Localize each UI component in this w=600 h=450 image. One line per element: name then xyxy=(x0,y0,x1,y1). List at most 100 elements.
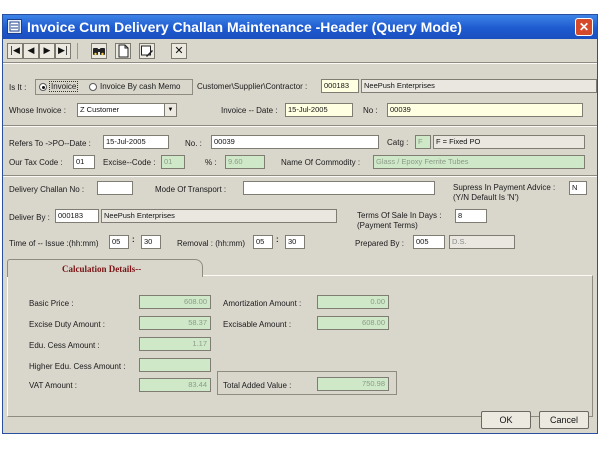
excise-duty-label: Excise Duty Amount : xyxy=(29,320,106,329)
issue-mm-field[interactable]: 30 xyxy=(141,235,161,249)
ok-button[interactable]: OK xyxy=(481,411,531,429)
po-no-label: No. : xyxy=(185,139,202,148)
challan-no-field[interactable] xyxy=(97,181,133,195)
next-icon: ▶ xyxy=(43,46,51,56)
amortization-label: Amortization Amount : xyxy=(223,299,302,308)
title-bar[interactable]: Invoice Cum Delivery Challan Maintenance… xyxy=(3,15,597,39)
excise-code-field: 01 xyxy=(161,155,185,169)
excise-code-label: Excise--Code : xyxy=(103,158,156,167)
basic-price-label: Basic Price : xyxy=(29,299,74,308)
first-record-button[interactable]: |◀ xyxy=(7,43,23,59)
new-document-icon xyxy=(118,44,129,58)
prepared-by-label: Prepared By : xyxy=(355,239,404,248)
close-button[interactable]: ✕ xyxy=(575,18,593,36)
window-title: Invoice Cum Delivery Challan Maintenance… xyxy=(27,19,462,35)
excisable-label: Excisable Amount : xyxy=(223,320,292,329)
transport-label: Mode Of Transport : xyxy=(155,185,227,194)
form-icon xyxy=(7,19,22,34)
refers-to-label: Refers To ->PO--Date : xyxy=(9,139,91,148)
excise-duty-field: 58.37 xyxy=(139,316,211,330)
higher-edu-cess-label: Higher Edu. Cess Amount : xyxy=(29,362,126,371)
edu-cess-field: 1.17 xyxy=(139,337,211,351)
invoice-date-field[interactable]: 15-Jul-2005 xyxy=(285,103,353,117)
percent-field: 9.60 xyxy=(225,155,265,169)
vat-label: VAT Amount : xyxy=(29,381,78,390)
catg-desc-field: F = Fixed PO xyxy=(433,135,585,149)
time-issue-label: Time of -- Issue :(hh:mm) xyxy=(9,239,99,248)
po-date-field[interactable]: 15-Jul-2005 xyxy=(103,135,169,149)
customer-name-field: NeePush Enterprises xyxy=(361,79,597,93)
delete-button[interactable]: ✕ xyxy=(171,43,187,59)
edit-button[interactable] xyxy=(139,43,155,59)
invoice-radio-label[interactable]: Invoice xyxy=(49,81,79,92)
chevron-down-icon[interactable]: ▼ xyxy=(164,104,176,116)
invoice-radio[interactable] xyxy=(39,83,47,91)
deliver-by-label: Deliver By : xyxy=(9,213,50,222)
supress-default-label: (Y/N Default Is 'N') xyxy=(453,193,519,202)
last-record-button[interactable]: ▶| xyxy=(55,43,71,59)
payment-terms-label: (Payment Terms) xyxy=(357,221,418,230)
tax-code-label: Our Tax Code : xyxy=(9,158,63,167)
new-button[interactable] xyxy=(115,43,131,59)
terms-field[interactable]: 8 xyxy=(455,209,487,223)
first-icon: |◀ xyxy=(10,46,20,56)
refs-divider xyxy=(3,175,597,177)
edu-cess-label: Edu. Cess Amount : xyxy=(29,341,100,350)
catg-label: Catg : xyxy=(387,138,409,147)
removal-hh-field[interactable]: 05 xyxy=(253,235,273,249)
binoculars-icon xyxy=(93,48,105,56)
tax-code-field[interactable]: 01 xyxy=(73,155,95,169)
total-added-label: Total Added Value : xyxy=(223,381,292,390)
supress-field[interactable]: N xyxy=(569,181,587,195)
catg-code-field: F xyxy=(415,135,431,149)
issue-colon: : xyxy=(132,235,135,244)
invoice-date-label: Invoice -- Date : xyxy=(221,106,278,115)
delete-icon: ✕ xyxy=(174,44,184,57)
tab-calculation-label: Calculation Details-- xyxy=(62,264,142,274)
last-icon: ▶| xyxy=(58,46,68,56)
issue-hh-field[interactable]: 05 xyxy=(109,235,129,249)
header-divider xyxy=(3,125,597,127)
find-button[interactable] xyxy=(91,43,107,59)
whose-invoice-value: Z Customer xyxy=(80,105,120,114)
customer-label: Customer\Supplier\Contractor : xyxy=(197,82,308,91)
percent-label: % : xyxy=(205,158,217,167)
tab-calculation-details[interactable]: Calculation Details-- xyxy=(7,259,203,277)
cash-memo-radio-label[interactable]: Invoice By cash Memo xyxy=(100,82,180,91)
prepared-by-code-field[interactable]: 005 xyxy=(413,235,445,249)
excisable-field: 608.00 xyxy=(317,316,389,330)
supress-label: Supress In Payment Advice : xyxy=(453,183,556,192)
edit-icon xyxy=(141,45,153,57)
commodity-field: Glass / Epoxy Ferrite Tubes xyxy=(373,155,585,169)
is-it-label: Is It : xyxy=(9,83,27,92)
vat-field: 83.44 xyxy=(139,378,211,392)
po-no-field[interactable]: 00039 xyxy=(211,135,379,149)
challan-no-label: Delivery Challan No : xyxy=(9,185,85,194)
commodity-label: Name Of Commodity : xyxy=(281,158,361,167)
invoice-no-label: No : xyxy=(363,106,378,115)
deliver-by-name-field: NeePush Enterprises xyxy=(101,209,337,223)
removal-label: Removal : (hh:mm) xyxy=(177,239,246,248)
deliver-by-code-field[interactable]: 000183 xyxy=(55,209,99,223)
toolbar-separator xyxy=(77,43,78,59)
cash-memo-radio[interactable] xyxy=(89,83,97,91)
cancel-button[interactable]: Cancel xyxy=(539,411,589,429)
invoice-window: Invoice Cum Delivery Challan Maintenance… xyxy=(2,14,598,434)
basic-price-field: 608.00 xyxy=(139,295,211,309)
higher-edu-cess-field xyxy=(139,358,211,372)
invoice-no-field[interactable]: 00039 xyxy=(387,103,583,117)
prev-icon: ◀ xyxy=(27,46,35,56)
total-added-field: 750.98 xyxy=(317,377,389,391)
amortization-field: 0.00 xyxy=(317,295,389,309)
prepared-by-name-field: D.S. xyxy=(449,235,515,249)
terms-label: Terms Of Sale In Days : xyxy=(357,211,442,220)
transport-field[interactable] xyxy=(243,181,435,195)
removal-mm-field[interactable]: 30 xyxy=(285,235,305,249)
prev-record-button[interactable]: ◀ xyxy=(23,43,39,59)
whose-invoice-label: Whose Invoice : xyxy=(9,106,66,115)
toolbar-divider xyxy=(3,62,597,64)
next-record-button[interactable]: ▶ xyxy=(39,43,55,59)
customer-code-field[interactable]: 000183 xyxy=(321,79,359,93)
whose-invoice-select[interactable]: Z Customer ▼ xyxy=(77,103,177,117)
removal-colon: : xyxy=(276,235,279,244)
